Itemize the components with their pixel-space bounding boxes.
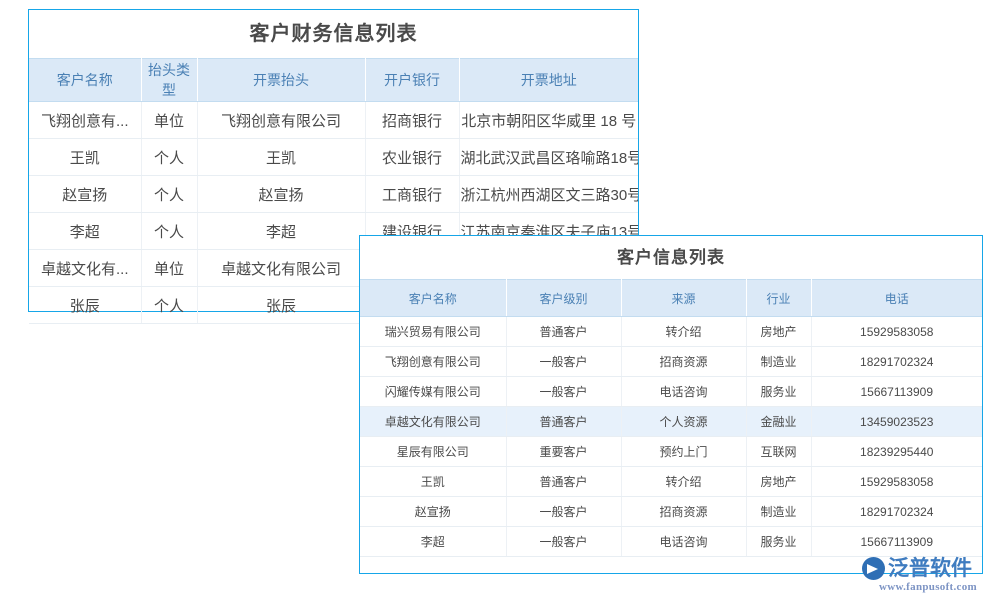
table-row[interactable]: 王凯 个人 王凯 农业银行 湖北武汉武昌区珞喻路18号 (29, 139, 638, 176)
table-row[interactable]: 李超 一般客户 电话咨询 服务业 15667113909 (360, 527, 982, 557)
cell-customer-name[interactable]: 飞翔创意有... (29, 102, 141, 139)
cell-phone: 18291702324 (811, 347, 982, 377)
cell-customer-level: 一般客户 (506, 377, 621, 407)
cell-source: 电话咨询 (621, 377, 746, 407)
cell-phone: 13459023523 (811, 407, 982, 437)
cell-invoice-title: 张辰 (197, 287, 365, 324)
table-row[interactable]: 闪耀传媒有限公司 一般客户 电话咨询 服务业 15667113909 (360, 377, 982, 407)
cell-customer-level: 重要客户 (506, 437, 621, 467)
cell-bank[interactable]: 招商银行 (365, 102, 459, 139)
table-row[interactable]: 星辰有限公司 重要客户 预约上门 互联网 18239295440 (360, 437, 982, 467)
watermark-brand-text: 泛普软件 (888, 557, 972, 580)
cell-bank[interactable]: 工商银行 (365, 176, 459, 213)
cell-bank[interactable]: 农业银行 (365, 139, 459, 176)
cell-invoice-title: 飞翔创意有限公司 (197, 102, 365, 139)
cell-title-type: 个人 (141, 287, 197, 324)
cell-industry: 房地产 (746, 317, 811, 347)
cell-phone: 15929583058 (811, 467, 982, 497)
cell-title-type: 单位 (141, 250, 197, 287)
column-header-phone[interactable]: 电话 (811, 280, 982, 317)
cell-source: 电话咨询 (621, 527, 746, 557)
column-header-invoice-address[interactable]: 开票地址 (459, 59, 638, 102)
fanpu-logo-icon (862, 557, 885, 580)
cell-source: 转介绍 (621, 317, 746, 347)
cell-customer-name: 飞翔创意有限公司 (360, 347, 506, 377)
cell-customer-level: 一般客户 (506, 527, 621, 557)
cell-industry: 服务业 (746, 527, 811, 557)
customer-info-panel: 客户信息列表 客户名称 客户级别 来源 行业 电话 瑞兴贸易有限公司 普通客户 … (359, 235, 983, 574)
cell-title-type: 个人 (141, 176, 197, 213)
cell-invoice-title: 李超 (197, 213, 365, 250)
watermark-brand-row: 泛普软件 (862, 556, 994, 580)
cell-industry: 制造业 (746, 347, 811, 377)
column-header-invoice-title[interactable]: 开票抬头 (197, 59, 365, 102)
cell-phone: 15929583058 (811, 317, 982, 347)
column-header-customer-level[interactable]: 客户级别 (506, 280, 621, 317)
column-header-industry[interactable]: 行业 (746, 280, 811, 317)
table-row[interactable]: 赵宣扬 个人 赵宣扬 工商银行 浙江杭州西湖区文三路30号 (29, 176, 638, 213)
cell-invoice-title: 卓越文化有限公司 (197, 250, 365, 287)
cell-title-type: 个人 (141, 139, 197, 176)
cell-invoice-address: 湖北武汉武昌区珞喻路18号 (459, 139, 638, 176)
cell-customer-name: 瑞兴贸易有限公司 (360, 317, 506, 347)
cell-customer-name: 李超 (360, 527, 506, 557)
table-row-selected[interactable]: 卓越文化有限公司 普通客户 个人资源 金融业 13459023523 (360, 407, 982, 437)
cell-source: 转介绍 (621, 467, 746, 497)
table-row[interactable]: 瑞兴贸易有限公司 普通客户 转介绍 房地产 15929583058 (360, 317, 982, 347)
table-header-row: 客户名称 抬头类型 开票抬头 开户银行 开票地址 (29, 59, 638, 102)
cell-customer-level: 一般客户 (506, 497, 621, 527)
cell-source: 个人资源 (621, 407, 746, 437)
table-row[interactable]: 飞翔创意有... 单位 飞翔创意有限公司 招商银行 北京市朝阳区华威里 18 号 (29, 102, 638, 139)
cell-industry: 制造业 (746, 497, 811, 527)
cell-industry: 互联网 (746, 437, 811, 467)
cell-customer-level: 普通客户 (506, 407, 621, 437)
cell-title-type: 个人 (141, 213, 197, 250)
cell-invoice-title: 王凯 (197, 139, 365, 176)
cell-phone: 15667113909 (811, 377, 982, 407)
cell-customer-name: 王凯 (360, 467, 506, 497)
cell-industry: 房地产 (746, 467, 811, 497)
column-header-customer-name[interactable]: 客户名称 (29, 59, 141, 102)
watermark-url-text: www.fanpusoft.com (862, 581, 994, 593)
cell-phone: 18291702324 (811, 497, 982, 527)
cell-customer-name: 星辰有限公司 (360, 437, 506, 467)
cell-customer-name: 卓越文化有限公司 (360, 407, 506, 437)
cell-invoice-title: 赵宣扬 (197, 176, 365, 213)
cell-customer-level: 一般客户 (506, 347, 621, 377)
cell-phone: 15667113909 (811, 527, 982, 557)
cell-customer-level: 普通客户 (506, 467, 621, 497)
cell-customer-name[interactable]: 李超 (29, 213, 141, 250)
finance-panel-title: 客户财务信息列表 (29, 10, 638, 58)
customer-info-table: 客户名称 客户级别 来源 行业 电话 瑞兴贸易有限公司 普通客户 转介绍 房地产… (360, 279, 982, 557)
cell-customer-name[interactable]: 赵宣扬 (29, 176, 141, 213)
table-row[interactable]: 王凯 普通客户 转介绍 房地产 15929583058 (360, 467, 982, 497)
column-header-title-type[interactable]: 抬头类型 (141, 59, 197, 102)
cell-customer-name[interactable]: 王凯 (29, 139, 141, 176)
column-header-bank[interactable]: 开户银行 (365, 59, 459, 102)
cell-invoice-address: 北京市朝阳区华威里 18 号 (459, 102, 638, 139)
table-header-row: 客户名称 客户级别 来源 行业 电话 (360, 280, 982, 317)
cell-industry: 金融业 (746, 407, 811, 437)
cell-title-type: 单位 (141, 102, 197, 139)
cell-invoice-address: 浙江杭州西湖区文三路30号 (459, 176, 638, 213)
cell-customer-name[interactable]: 张辰 (29, 287, 141, 324)
cell-source: 预约上门 (621, 437, 746, 467)
column-header-customer-name[interactable]: 客户名称 (360, 280, 506, 317)
cell-customer-name[interactable]: 卓越文化有... (29, 250, 141, 287)
cell-source: 招商资源 (621, 347, 746, 377)
cell-source: 招商资源 (621, 497, 746, 527)
cell-industry: 服务业 (746, 377, 811, 407)
cell-customer-level: 普通客户 (506, 317, 621, 347)
column-header-source[interactable]: 来源 (621, 280, 746, 317)
table-row[interactable]: 飞翔创意有限公司 一般客户 招商资源 制造业 18291702324 (360, 347, 982, 377)
cell-customer-name: 赵宣扬 (360, 497, 506, 527)
cell-phone: 18239295440 (811, 437, 982, 467)
table-row[interactable]: 赵宣扬 一般客户 招商资源 制造业 18291702324 (360, 497, 982, 527)
customer-panel-title: 客户信息列表 (360, 236, 982, 279)
watermark-logo: 泛普软件 www.fanpusoft.com (862, 556, 994, 596)
cell-customer-name: 闪耀传媒有限公司 (360, 377, 506, 407)
